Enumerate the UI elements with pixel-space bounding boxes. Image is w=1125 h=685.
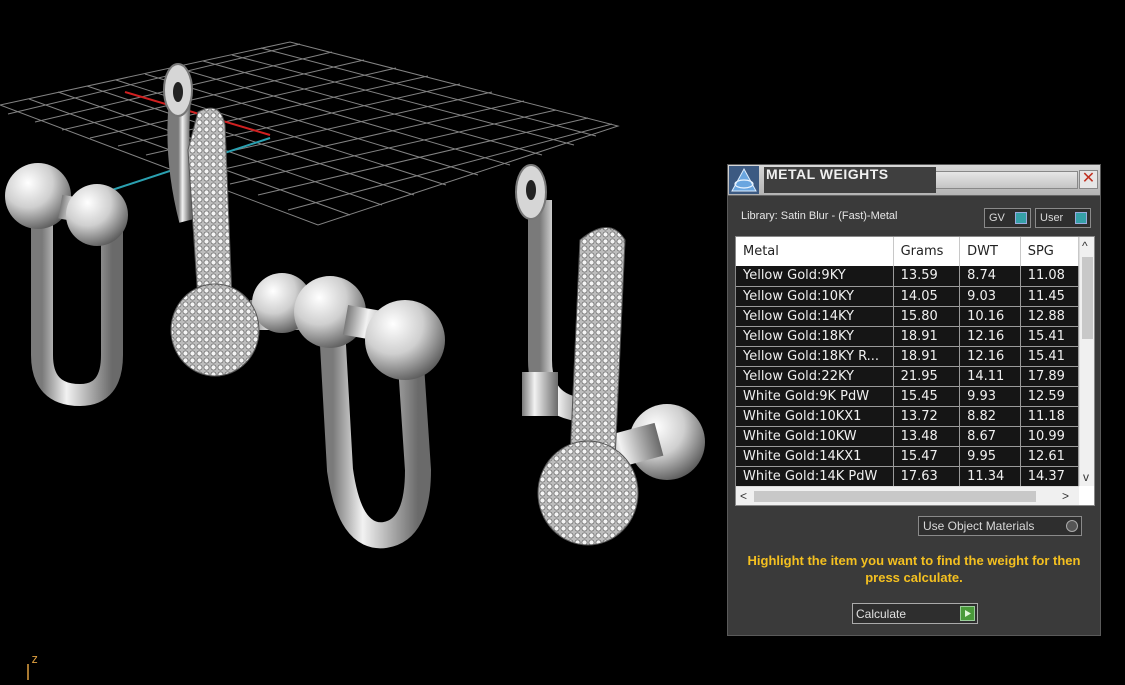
cell-dwt: 9.95 bbox=[959, 446, 1021, 467]
scroll-right-icon[interactable]: > bbox=[1062, 490, 1069, 502]
cell-grams: 15.80 bbox=[893, 306, 961, 327]
panel-tab-strip bbox=[912, 171, 1078, 189]
cell-grams: 18.91 bbox=[893, 346, 961, 367]
cell-grams: 21.95 bbox=[893, 366, 961, 387]
cell-dwt: 8.74 bbox=[959, 266, 1021, 287]
cell-metal: White Gold:14K PdW bbox=[736, 466, 894, 486]
cell-grams: 13.48 bbox=[893, 426, 961, 447]
user-toggle[interactable]: User bbox=[1035, 208, 1091, 228]
cell-spg: 11.45 bbox=[1020, 286, 1079, 307]
table-row[interactable]: White Gold:10KX1 13.72 8.82 11.18 bbox=[736, 406, 1079, 427]
cell-spg: 15.41 bbox=[1020, 326, 1079, 347]
gv-toggle[interactable]: GV bbox=[984, 208, 1031, 228]
cell-grams: 17.63 bbox=[893, 466, 961, 486]
cell-metal: White Gold:14KX1 bbox=[736, 446, 894, 467]
table-row[interactable]: Yellow Gold:10KY 14.05 9.03 11.45 bbox=[736, 286, 1079, 307]
table-header-row: Metal Grams DWT SPG bbox=[736, 237, 1079, 266]
scroll-left-icon[interactable]: < bbox=[740, 490, 747, 502]
cell-dwt: 8.67 bbox=[959, 426, 1021, 447]
radio-icon[interactable] bbox=[1066, 520, 1078, 532]
cell-spg: 10.99 bbox=[1020, 426, 1079, 447]
cell-grams: 13.59 bbox=[893, 266, 961, 287]
cell-dwt: 10.16 bbox=[959, 306, 1021, 327]
calculate-button[interactable]: Calculate bbox=[852, 603, 978, 624]
vertical-scroll-thumb[interactable] bbox=[1082, 257, 1093, 339]
cell-metal: Yellow Gold:18KY bbox=[736, 326, 894, 347]
textured-stick-right bbox=[537, 227, 705, 546]
center-clasp bbox=[250, 273, 445, 549]
metal-weights-panel: METAL WEIGHTS ✕ Library: Satin Blur - (F… bbox=[727, 164, 1101, 636]
cell-dwt: 12.16 bbox=[959, 326, 1021, 347]
table-row[interactable]: White Gold:10KW 13.48 8.67 10.99 bbox=[736, 426, 1079, 447]
column-header-grams[interactable]: Grams bbox=[893, 237, 961, 266]
close-button[interactable]: ✕ bbox=[1079, 170, 1098, 189]
cell-spg: 14.37 bbox=[1020, 466, 1079, 486]
cell-grams: 15.45 bbox=[893, 386, 961, 407]
center-eyelet bbox=[163, 63, 201, 223]
cell-dwt: 12.16 bbox=[959, 346, 1021, 367]
cell-dwt: 9.93 bbox=[959, 386, 1021, 407]
cell-spg: 15.41 bbox=[1020, 346, 1079, 367]
column-header-metal[interactable]: Metal bbox=[736, 237, 894, 266]
cell-dwt: 9.03 bbox=[959, 286, 1021, 307]
panel-titlebar[interactable]: METAL WEIGHTS ✕ bbox=[728, 165, 1100, 196]
cell-metal: White Gold:9K PdW bbox=[736, 386, 894, 407]
cell-dwt: 11.34 bbox=[959, 466, 1021, 486]
play-icon bbox=[960, 606, 975, 621]
cell-spg: 17.89 bbox=[1020, 366, 1079, 387]
cell-metal: White Gold:10KX1 bbox=[736, 406, 894, 427]
cell-grams: 15.47 bbox=[893, 446, 961, 467]
toggle-indicator-icon bbox=[1075, 212, 1087, 224]
calculate-button-label: Calculate bbox=[856, 607, 907, 621]
cell-spg: 12.59 bbox=[1020, 386, 1079, 407]
cell-dwt: 8.82 bbox=[959, 406, 1021, 427]
gv-toggle-label: GV bbox=[989, 212, 1005, 224]
toggle-indicator-icon bbox=[1015, 212, 1027, 224]
vertical-scrollbar[interactable]: ^ v bbox=[1079, 237, 1094, 486]
table-row[interactable]: Yellow Gold:18KY R... 18.91 12.16 15.41 bbox=[736, 346, 1079, 367]
cell-dwt: 14.11 bbox=[959, 366, 1021, 387]
library-label: Library: Satin Blur - (Fast)-Metal bbox=[741, 210, 898, 222]
left-clasp bbox=[5, 163, 128, 407]
cell-grams: 13.72 bbox=[893, 406, 961, 427]
metal-weights-table: Metal Grams DWT SPG Yellow Gold:9KY 13.59… bbox=[736, 237, 1079, 486]
table-row[interactable]: White Gold:9K PdW 15.45 9.93 12.59 bbox=[736, 386, 1079, 407]
cell-metal: White Gold:10KW bbox=[736, 426, 894, 447]
table-row[interactable]: Yellow Gold:9KY 13.59 8.74 11.08 bbox=[736, 266, 1079, 287]
cell-metal: Yellow Gold:18KY R... bbox=[736, 346, 894, 367]
column-header-dwt[interactable]: DWT bbox=[959, 237, 1021, 266]
use-object-materials-label: Use Object Materials bbox=[923, 519, 1035, 533]
table-row[interactable]: White Gold:14KX1 15.47 9.95 12.61 bbox=[736, 446, 1079, 467]
user-toggle-label: User bbox=[1040, 212, 1064, 224]
cell-metal: Yellow Gold:10KY bbox=[736, 286, 894, 307]
cell-grams: 14.05 bbox=[893, 286, 961, 307]
scroll-down-icon[interactable]: v bbox=[1083, 471, 1089, 483]
use-object-materials-option[interactable]: Use Object Materials bbox=[918, 516, 1082, 536]
cell-spg: 12.88 bbox=[1020, 306, 1079, 327]
table-row[interactable]: Yellow Gold:18KY 18.91 12.16 15.41 bbox=[736, 326, 1079, 347]
horizontal-scrollbar[interactable]: < > bbox=[736, 486, 1079, 505]
cell-metal: Yellow Gold:22KY bbox=[736, 366, 894, 387]
logo-icon bbox=[729, 166, 759, 194]
cell-grams: 18.91 bbox=[893, 326, 961, 347]
cell-metal: Yellow Gold:14KY bbox=[736, 306, 894, 327]
scroll-up-icon[interactable]: ^ bbox=[1082, 240, 1088, 252]
cell-spg: 11.08 bbox=[1020, 266, 1079, 287]
table-row[interactable]: Yellow Gold:14KY 15.80 10.16 12.88 bbox=[736, 306, 1079, 327]
table-row[interactable]: Yellow Gold:22KY 21.95 14.11 17.89 bbox=[736, 366, 1079, 387]
axis-z-label: z bbox=[31, 652, 39, 666]
cell-spg: 12.61 bbox=[1020, 446, 1079, 467]
column-header-spg[interactable]: SPG bbox=[1020, 237, 1079, 266]
close-icon: ✕ bbox=[1081, 170, 1096, 187]
instruction-text: Highlight the item you want to find the … bbox=[747, 553, 1081, 585]
cell-metal: Yellow Gold:9KY bbox=[736, 266, 894, 287]
metal-table[interactable]: Metal Grams DWT SPG Yellow Gold:9KY 13.59… bbox=[735, 236, 1095, 506]
table-row[interactable]: White Gold:14K PdW 17.63 11.34 14.37 bbox=[736, 466, 1079, 486]
horizontal-scroll-thumb[interactable] bbox=[754, 491, 1036, 502]
panel-title: METAL WEIGHTS bbox=[764, 167, 936, 193]
cell-spg: 11.18 bbox=[1020, 406, 1079, 427]
